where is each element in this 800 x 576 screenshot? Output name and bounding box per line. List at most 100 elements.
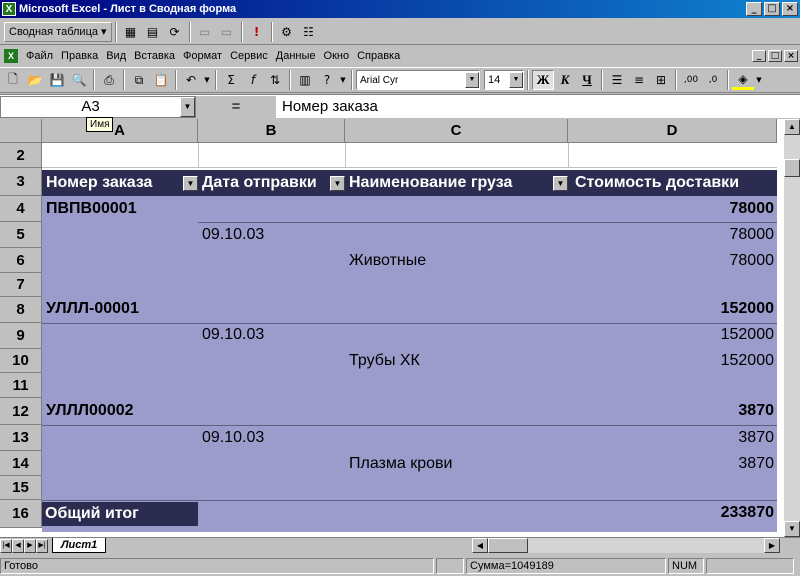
table-row[interactable] — [42, 143, 777, 168]
order-total[interactable]: 3870 — [600, 402, 774, 420]
more-buttons-icon[interactable]: ▼ — [338, 70, 348, 90]
underline-button[interactable]: Ч — [576, 70, 598, 90]
row-header[interactable]: 4 — [0, 196, 42, 222]
row-header[interactable]: 2 — [0, 143, 42, 168]
row-header[interactable]: 11 — [0, 373, 42, 398]
pivot-wizard-icon[interactable]: ▦ — [120, 22, 142, 42]
field-list-icon[interactable]: ☷ — [298, 22, 320, 42]
maximize-button[interactable]: □ — [764, 2, 780, 16]
copy-icon[interactable]: ⧉ — [128, 70, 150, 90]
menu-tools[interactable]: Сервис — [226, 50, 272, 62]
row-header[interactable]: 14 — [0, 451, 42, 476]
column-header-a[interactable]: A — [42, 119, 198, 143]
last-sheet-icon[interactable]: ▶| — [36, 538, 48, 553]
chevron-down-icon[interactable]: ▼ — [183, 176, 198, 191]
pivot-header-cost[interactable]: Стоимость доставки — [571, 170, 777, 196]
menu-window[interactable]: Окно — [320, 50, 354, 62]
date-subtotal[interactable]: 152000 — [600, 326, 774, 344]
menu-data[interactable]: Данные — [272, 50, 320, 62]
menu-help[interactable]: Справка — [353, 50, 404, 62]
row-header[interactable]: 8 — [0, 297, 42, 323]
cargo-value[interactable]: 78000 — [600, 252, 775, 270]
row-header[interactable]: 3 — [0, 168, 42, 196]
horizontal-scrollbar[interactable]: ◀ ▶ — [472, 538, 780, 553]
sort-ascending-icon[interactable]: ⇅ — [264, 70, 286, 90]
prev-sheet-icon[interactable]: ◀ — [12, 538, 24, 553]
align-center-icon[interactable]: ≡ — [628, 70, 650, 90]
row-header[interactable]: 10 — [0, 349, 42, 373]
undo-icon[interactable]: ↶ — [180, 70, 202, 90]
excel-app-icon[interactable]: X — [2, 2, 16, 16]
vertical-scroll-thumb[interactable] — [784, 159, 800, 177]
help-icon[interactable]: ? — [316, 70, 338, 90]
worksheet-grid[interactable]: A B C D 2 3 4 5 6 7 8 9 10 11 12 13 14 1… — [0, 119, 800, 537]
doc-minimize-button[interactable]: _ — [752, 50, 766, 62]
decrease-decimal-icon[interactable]: ,0 — [702, 70, 724, 90]
pivot-layout-icon[interactable]: ▤ — [142, 22, 164, 42]
chevron-down-icon[interactable]: ▼ — [465, 72, 479, 88]
row-header[interactable]: 7 — [0, 273, 42, 297]
cargo-name[interactable]: Плазма крови — [349, 455, 452, 473]
row-header[interactable]: 9 — [0, 323, 42, 349]
scroll-down-icon[interactable]: ▼ — [784, 521, 800, 537]
menu-file[interactable]: Файл — [22, 50, 57, 62]
row-header[interactable]: 16 — [0, 500, 42, 528]
font-name-select[interactable]: Arial Cyr ▼ — [356, 70, 480, 90]
chevron-down-icon[interactable]: ▼ — [553, 176, 568, 191]
print-icon[interactable]: ⎙ — [98, 70, 120, 90]
next-sheet-icon[interactable]: ▶ — [24, 538, 36, 553]
cargo-value[interactable]: 3870 — [600, 455, 774, 473]
undo-dropdown-icon[interactable]: ▼ — [202, 70, 212, 90]
cargo-name[interactable]: Животные — [349, 252, 426, 270]
scroll-left-icon[interactable]: ◀ — [472, 538, 488, 553]
field-settings-icon[interactable]: ⚙ — [276, 22, 298, 42]
order-total[interactable]: 152000 — [600, 300, 774, 318]
function-icon[interactable]: f — [242, 70, 264, 90]
column-header-c[interactable]: C — [345, 119, 568, 143]
more-buttons-icon[interactable]: ▼ — [754, 70, 764, 90]
formula-equals-button[interactable]: = — [196, 95, 276, 118]
close-button[interactable]: × — [782, 2, 798, 16]
select-all-corner[interactable] — [0, 119, 42, 143]
pivot-header-order[interactable]: Номер заказа — [42, 170, 198, 196]
scroll-up-icon[interactable]: ▲ — [784, 119, 800, 135]
chevron-down-icon[interactable]: ▼ — [180, 96, 195, 117]
refresh-data-icon[interactable]: ⟳ — [164, 22, 186, 42]
doc-close-button[interactable]: × — [784, 50, 798, 62]
ship-date[interactable]: 09.10.03 — [202, 326, 264, 344]
hide-detail-icon[interactable]: ▭ — [194, 22, 216, 42]
menu-insert[interactable]: Вставка — [130, 50, 179, 62]
exclamation-icon[interactable]: ! — [246, 22, 268, 42]
date-subtotal[interactable]: 78000 — [600, 226, 775, 244]
minimize-button[interactable]: _ — [746, 2, 762, 16]
bold-button[interactable]: Ж — [532, 70, 554, 90]
row-header[interactable]: 15 — [0, 476, 42, 500]
row-header[interactable]: 13 — [0, 425, 42, 451]
ship-date[interactable]: 09.10.03 — [202, 226, 264, 244]
italic-button[interactable]: К — [554, 70, 576, 90]
show-detail-icon[interactable]: ▭ — [216, 22, 238, 42]
chevron-down-icon[interactable]: ▼ — [330, 176, 345, 191]
save-icon[interactable]: 💾 — [46, 70, 68, 90]
cargo-value[interactable]: 152000 — [600, 352, 774, 370]
cargo-name[interactable]: Трубы ХК — [349, 352, 420, 370]
print-preview-icon[interactable]: 🔍 — [68, 70, 90, 90]
fill-color-icon[interactable]: ◈ — [732, 70, 754, 90]
grand-total-value[interactable]: 233870 — [600, 504, 774, 522]
doc-restore-button[interactable]: □ — [768, 50, 782, 62]
grand-total-label[interactable]: Общий итог — [42, 502, 198, 526]
merge-center-icon[interactable]: ⊞ — [650, 70, 672, 90]
menu-view[interactable]: Вид — [102, 50, 130, 62]
order-id[interactable]: УЛЛЛ00002 — [46, 402, 134, 420]
name-box[interactable]: A3 ▼ — [0, 95, 196, 118]
chart-wizard-icon[interactable]: ▥ — [294, 70, 316, 90]
scroll-right-icon[interactable]: ▶ — [764, 538, 780, 553]
sheet-tab-1[interactable]: Лист1 — [52, 538, 107, 553]
order-id[interactable]: УЛЛЛ-00001 — [46, 300, 139, 318]
open-folder-icon[interactable]: 📂 — [24, 70, 46, 90]
font-size-select[interactable]: 14 ▼ — [484, 70, 524, 90]
row-header[interactable]: 12 — [0, 398, 42, 425]
new-document-icon[interactable]: 🗋 — [2, 70, 24, 90]
workbook-icon[interactable]: X — [4, 49, 18, 63]
column-header-d[interactable]: D — [568, 119, 777, 143]
